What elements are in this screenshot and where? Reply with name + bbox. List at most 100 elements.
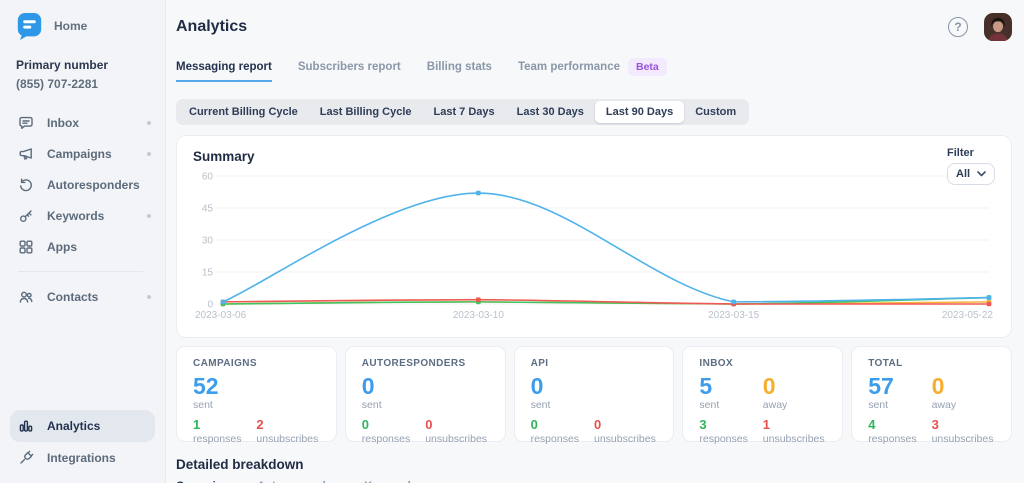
responses-value: 3 [699, 418, 762, 432]
plug-icon [18, 450, 34, 466]
svg-text:2023-03-10: 2023-03-10 [453, 310, 505, 321]
filter-value: All [956, 168, 970, 180]
sidebar-item-autoresponders[interactable]: Autoresponders [0, 169, 165, 200]
megaphone-icon [18, 146, 34, 162]
grid-icon [18, 239, 34, 255]
away-label: away [763, 399, 826, 411]
tab-team-performance[interactable]: Team performance Beta [518, 58, 667, 85]
sidebar-bottom-nav: Analytics Integrations [0, 410, 165, 483]
home-nav[interactable]: Home [0, 0, 165, 42]
chat-bubble-icon [18, 115, 34, 131]
filter-dropdown[interactable]: All [947, 163, 995, 185]
range-current-billing-cycle[interactable]: Current Billing Cycle [178, 101, 309, 123]
range-last-90-days[interactable]: Last 90 Days [595, 101, 684, 123]
range-custom[interactable]: Custom [684, 101, 747, 123]
primary-number-value: (855) 707-2281 [16, 77, 149, 91]
svg-text:2023-03-06: 2023-03-06 [195, 310, 247, 321]
sidebar-item-analytics[interactable]: Analytics [10, 410, 155, 442]
stats-row: CAMPAIGNS 52sent 1responses 2unsubscribe… [176, 346, 1012, 442]
chevron-down-icon [977, 171, 986, 177]
sidebar-item-apps[interactable]: Apps [0, 231, 165, 262]
stat-card-api: API 0sent 0responses 0unsubscribes [514, 346, 675, 442]
svg-text:15: 15 [202, 268, 214, 279]
away-value: 0 [932, 374, 995, 398]
bar-chart-icon [18, 418, 34, 434]
nav-dot [147, 152, 151, 156]
sidebar-divider [18, 271, 143, 272]
summary-title: Summary [193, 149, 995, 164]
sidebar-item-label: Analytics [47, 419, 151, 433]
responses-label: responses [531, 433, 594, 445]
tab-billing-stats[interactable]: Billing stats [427, 61, 492, 82]
tab-label: Messaging report [176, 61, 272, 73]
unsubscribes-label: unsubscribes [425, 433, 488, 445]
user-avatar[interactable] [984, 13, 1012, 41]
sent-label: sent [193, 399, 320, 411]
sidebar-item-label: Contacts [47, 290, 134, 304]
sidebar: Home Primary number (855) 707-2281 Inbox… [0, 0, 166, 483]
tab-subscribers-report[interactable]: Subscribers report [298, 61, 401, 82]
help-button[interactable]: ? [948, 17, 968, 37]
tab-label: Subscribers report [298, 61, 401, 73]
sidebar-item-keywords[interactable]: Keywords [0, 200, 165, 231]
away-label: away [932, 399, 995, 411]
sent-value: 0 [531, 374, 658, 398]
unsubscribes-value: 1 [763, 418, 826, 432]
sent-value: 52 [193, 374, 320, 398]
people-icon [18, 289, 34, 305]
breakdown-title: Detailed breakdown [176, 457, 1012, 472]
nav-dot [147, 295, 151, 299]
page-title: Analytics [176, 18, 247, 36]
responses-label: responses [699, 433, 762, 445]
stat-title: INBOX [699, 358, 826, 369]
sent-label: sent [362, 399, 489, 411]
key-icon [18, 208, 34, 224]
avatar-photo [984, 13, 1012, 41]
nav-dot [147, 121, 151, 125]
sidebar-item-integrations[interactable]: Integrations [0, 442, 165, 473]
sent-label: sent [699, 399, 762, 411]
stat-card-total: TOTAL 57sent 0away 4responses 3unsubscri… [851, 346, 1012, 442]
stat-card-inbox: INBOX 5sent 0away 3responses 1unsubscrib… [682, 346, 843, 442]
unsubscribes-value: 0 [425, 418, 488, 432]
range-last-billing-cycle[interactable]: Last Billing Cycle [309, 101, 423, 123]
sidebar-item-label: Autoresponders [47, 178, 140, 192]
sidebar-item-label: Integrations [47, 451, 151, 465]
summary-card: Summary Filter All 0153045602023-03-0620… [176, 135, 1012, 338]
unsubscribes-value: 2 [256, 418, 319, 432]
stat-card-campaigns: CAMPAIGNS 52sent 1responses 2unsubscribe… [176, 346, 337, 442]
tab-messaging-report[interactable]: Messaging report [176, 61, 272, 82]
sent-value: 0 [362, 374, 489, 398]
svg-text:2023-03-15: 2023-03-15 [708, 310, 760, 321]
unsubscribes-value: 0 [594, 418, 657, 432]
sent-value: 5 [699, 374, 762, 398]
home-label: Home [54, 19, 87, 33]
unsubscribes-label: unsubscribes [932, 433, 995, 445]
sidebar-item-contacts[interactable]: Contacts [0, 281, 165, 312]
stat-card-autoresponders: AUTORESPONDERS 0sent 0responses 0unsubsc… [345, 346, 506, 442]
sent-value: 57 [868, 374, 931, 398]
away-value: 0 [763, 374, 826, 398]
main-content: Analytics ? Messaging report Subscribers… [166, 0, 1024, 483]
stat-title: CAMPAIGNS [193, 358, 320, 369]
responses-value: 0 [362, 418, 425, 432]
sidebar-item-label: Inbox [47, 116, 134, 130]
sent-label: sent [531, 399, 658, 411]
primary-number-block: Primary number (855) 707-2281 [0, 42, 165, 91]
primary-number-label: Primary number [16, 58, 149, 72]
responses-value: 0 [531, 418, 594, 432]
loop-arrow-icon [18, 177, 34, 193]
svg-text:30: 30 [202, 236, 214, 247]
sidebar-item-campaigns[interactable]: Campaigns [0, 138, 165, 169]
nav-dot [147, 214, 151, 218]
stat-title: API [531, 358, 658, 369]
tab-label: Team performance [518, 61, 620, 73]
svg-text:2023-05-22: 2023-05-22 [942, 310, 994, 321]
unsubscribes-label: unsubscribes [763, 433, 826, 445]
unsubscribes-label: unsubscribes [594, 433, 657, 445]
unsubscribes-label: unsubscribes [256, 433, 319, 445]
range-last-30-days[interactable]: Last 30 Days [506, 101, 595, 123]
sidebar-item-inbox[interactable]: Inbox [0, 107, 165, 138]
range-last-7-days[interactable]: Last 7 Days [423, 101, 506, 123]
svg-text:0: 0 [207, 300, 213, 311]
